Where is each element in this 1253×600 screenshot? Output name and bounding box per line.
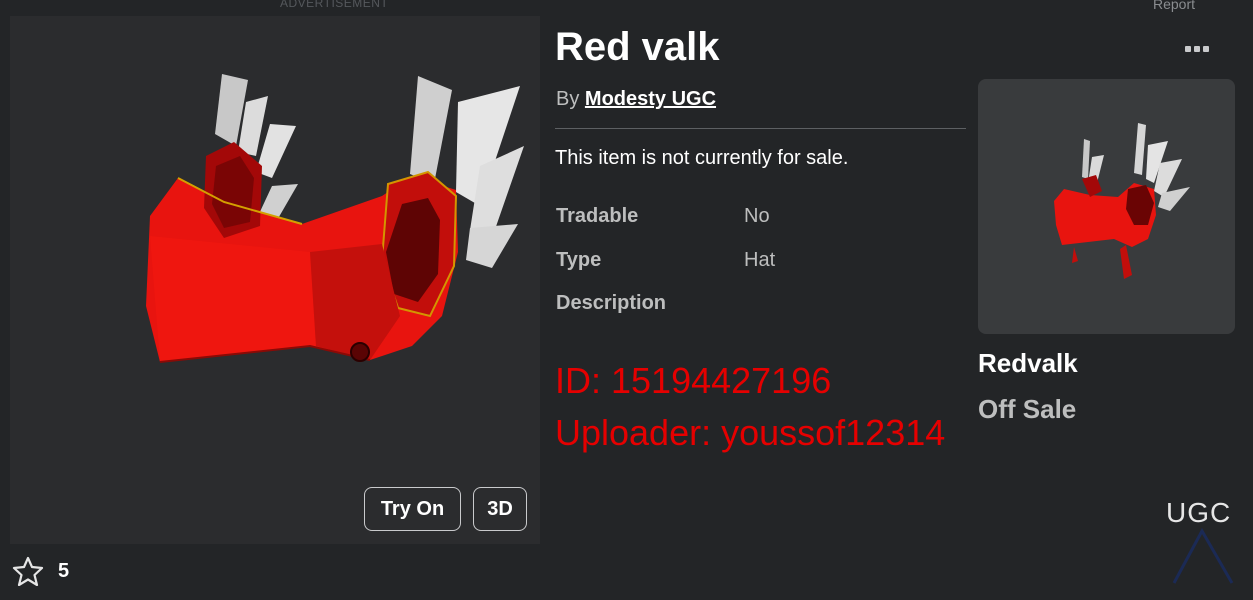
item-detail-page: ADVERTISEMENT Report Try On 3D Red valk … bbox=[0, 0, 1253, 600]
try-on-button[interactable]: Try On bbox=[364, 487, 461, 531]
tradable-value: No bbox=[744, 205, 770, 227]
favorite-count: 5 bbox=[58, 559, 70, 582]
description-label: Description bbox=[556, 292, 667, 314]
bundle-name[interactable]: Redvalk bbox=[978, 348, 1078, 379]
type-value: Hat bbox=[744, 249, 776, 271]
tradable-label: Tradable bbox=[556, 205, 639, 227]
bundle-thumbnail[interactable] bbox=[978, 79, 1235, 334]
chevron-logo-icon bbox=[1172, 527, 1234, 584]
dot bbox=[1203, 46, 1209, 52]
red-valk-mini-render bbox=[1054, 123, 1190, 279]
bundle-status: Off Sale bbox=[978, 394, 1077, 424]
item-thumbnail: Try On 3D bbox=[10, 16, 540, 544]
creator-link[interactable]: Modesty UGC bbox=[585, 88, 716, 110]
type-label: Type bbox=[556, 249, 602, 271]
sale-status-text: This item is not currently for sale. bbox=[555, 147, 849, 169]
ugc-watermark: UGC bbox=[1166, 497, 1242, 587]
more-dots-icon[interactable] bbox=[1185, 38, 1211, 60]
advertisement-label: ADVERTISEMENT bbox=[280, 0, 389, 10]
divider bbox=[555, 128, 966, 129]
star-outline-icon bbox=[12, 556, 44, 586]
favorite-button[interactable]: 5 bbox=[12, 556, 69, 586]
view-3d-button[interactable]: 3D bbox=[473, 487, 527, 531]
dot bbox=[1185, 46, 1191, 52]
item-title: Red valk bbox=[555, 25, 720, 69]
by-prefix: By bbox=[556, 88, 580, 110]
creator-byline: By Modesty UGC bbox=[556, 88, 716, 111]
red-valk-hat-render bbox=[146, 74, 524, 363]
uploader-overlay: Uploader: youssof12314 bbox=[555, 412, 946, 453]
item-id-overlay: ID: 15194427196 bbox=[555, 360, 832, 401]
report-link[interactable]: Report bbox=[1153, 0, 1195, 12]
dot bbox=[1194, 46, 1200, 52]
